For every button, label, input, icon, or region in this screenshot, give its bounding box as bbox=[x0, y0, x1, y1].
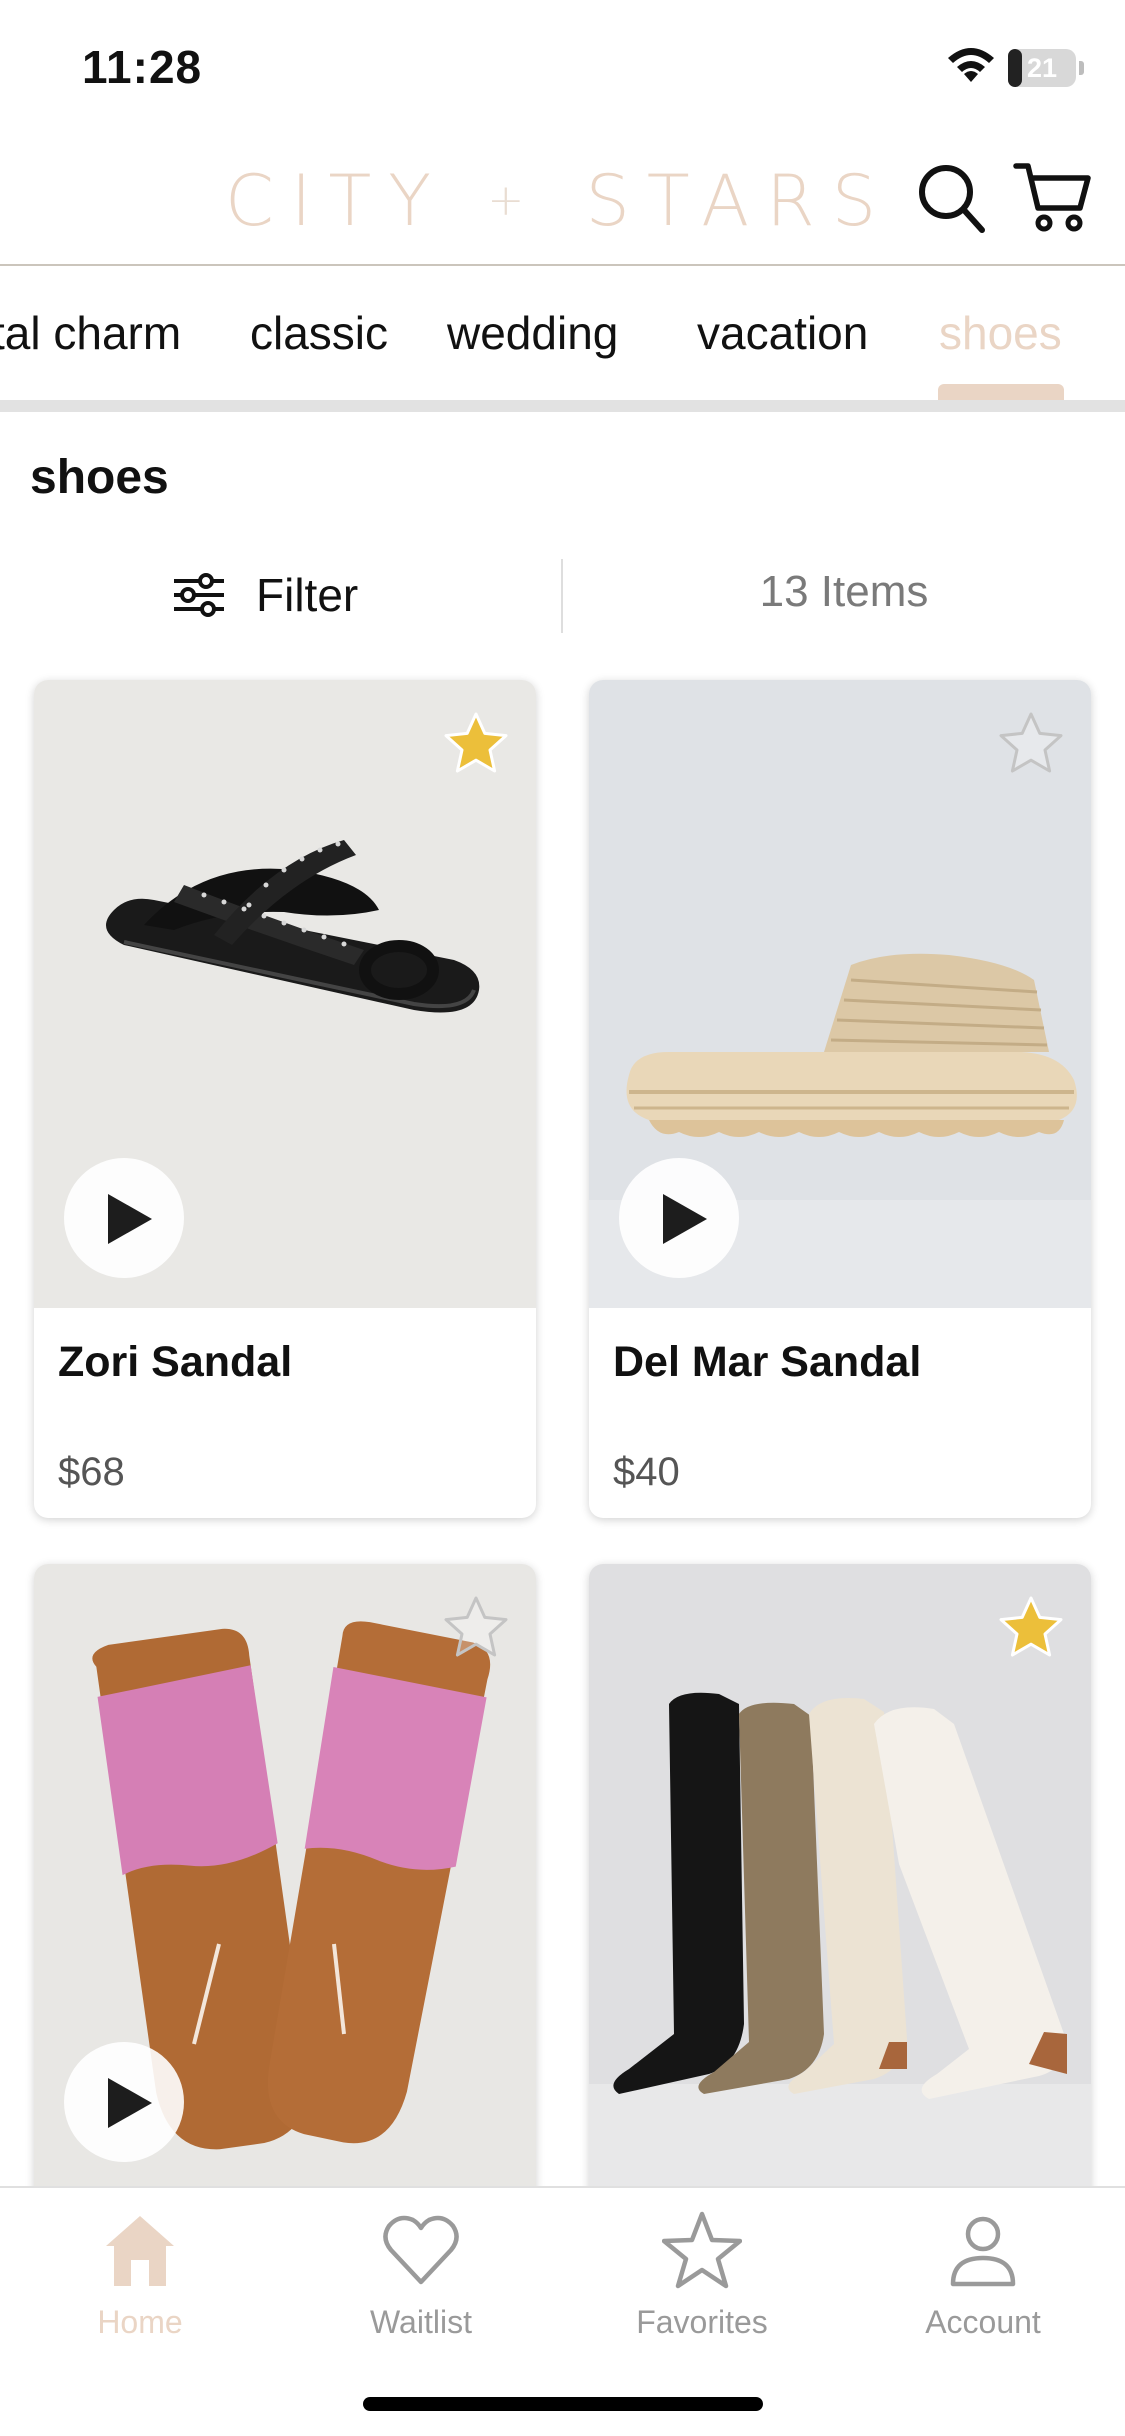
product-name: Zori Sandal bbox=[58, 1338, 293, 1386]
status-bar: 11:28 21 bbox=[0, 0, 1125, 130]
category-tabs: tal charm classic wedding vacation shoes bbox=[0, 268, 1125, 400]
heart-icon bbox=[383, 2215, 459, 2285]
product-card[interactable] bbox=[589, 1564, 1091, 2264]
items-count: 13 Items bbox=[759, 567, 929, 616]
status-time: 11:28 bbox=[82, 41, 203, 93]
star-icon bbox=[662, 2211, 742, 2289]
product-card[interactable] bbox=[34, 1564, 536, 2264]
play-video-button[interactable] bbox=[64, 1158, 184, 1278]
product-price: $68 bbox=[58, 1450, 125, 1494]
battery-level: 21 bbox=[1026, 53, 1058, 83]
tab-shoes[interactable]: shoes bbox=[939, 306, 1062, 360]
nav-label: Waitlist bbox=[370, 2304, 472, 2340]
nav-home[interactable]: Home bbox=[0, 2200, 280, 2350]
nav-label: Account bbox=[925, 2304, 1041, 2340]
filter-row: Filter 13 Items bbox=[0, 555, 1125, 635]
nav-label: Favorites bbox=[636, 2304, 768, 2340]
tab-wedding[interactable]: wedding bbox=[447, 306, 618, 360]
battery-icon: 21 bbox=[1008, 49, 1076, 87]
tab-tal-charm[interactable]: tal charm bbox=[0, 306, 181, 360]
product-name: Del Mar Sandal bbox=[613, 1338, 922, 1386]
favorite-star-icon[interactable] bbox=[995, 1592, 1067, 1664]
tab-vacation[interactable]: vacation bbox=[697, 306, 868, 360]
play-video-button[interactable] bbox=[64, 2042, 184, 2162]
play-video-button[interactable] bbox=[619, 1158, 739, 1278]
filter-button[interactable]: Filter bbox=[172, 555, 358, 635]
play-icon bbox=[663, 1194, 707, 1244]
home-icon bbox=[106, 2216, 174, 2286]
divider bbox=[0, 400, 1125, 412]
filter-label: Filter bbox=[256, 569, 359, 621]
person-icon bbox=[950, 2216, 1016, 2287]
home-indicator bbox=[363, 2397, 763, 2411]
app-header: CITY + STARS bbox=[0, 130, 1125, 266]
tab-classic[interactable]: classic bbox=[250, 306, 388, 360]
sliders-icon bbox=[174, 573, 224, 617]
wifi-icon bbox=[948, 48, 994, 82]
nav-favorites[interactable]: Favorites bbox=[562, 2200, 842, 2350]
favorite-star-icon[interactable] bbox=[440, 1592, 512, 1664]
product-card[interactable]: Del Mar Sandal $40 bbox=[589, 680, 1091, 1518]
nav-waitlist[interactable]: Waitlist bbox=[281, 2200, 561, 2350]
search-icon[interactable] bbox=[916, 158, 988, 238]
cart-icon[interactable] bbox=[1012, 156, 1092, 236]
product-price: $40 bbox=[613, 1450, 680, 1494]
brand-logo[interactable]: CITY + STARS bbox=[225, 160, 893, 242]
product-card[interactable]: Zori Sandal $68 bbox=[34, 680, 536, 1518]
nav-label: Home bbox=[97, 2304, 183, 2340]
active-tab-indicator bbox=[938, 384, 1064, 400]
nav-account[interactable]: Account bbox=[843, 2200, 1123, 2350]
favorite-star-icon[interactable] bbox=[995, 708, 1067, 780]
section-title: shoes bbox=[30, 451, 169, 504]
favorite-star-icon[interactable] bbox=[440, 708, 512, 780]
play-icon bbox=[108, 2078, 152, 2128]
play-icon bbox=[108, 1194, 152, 1244]
